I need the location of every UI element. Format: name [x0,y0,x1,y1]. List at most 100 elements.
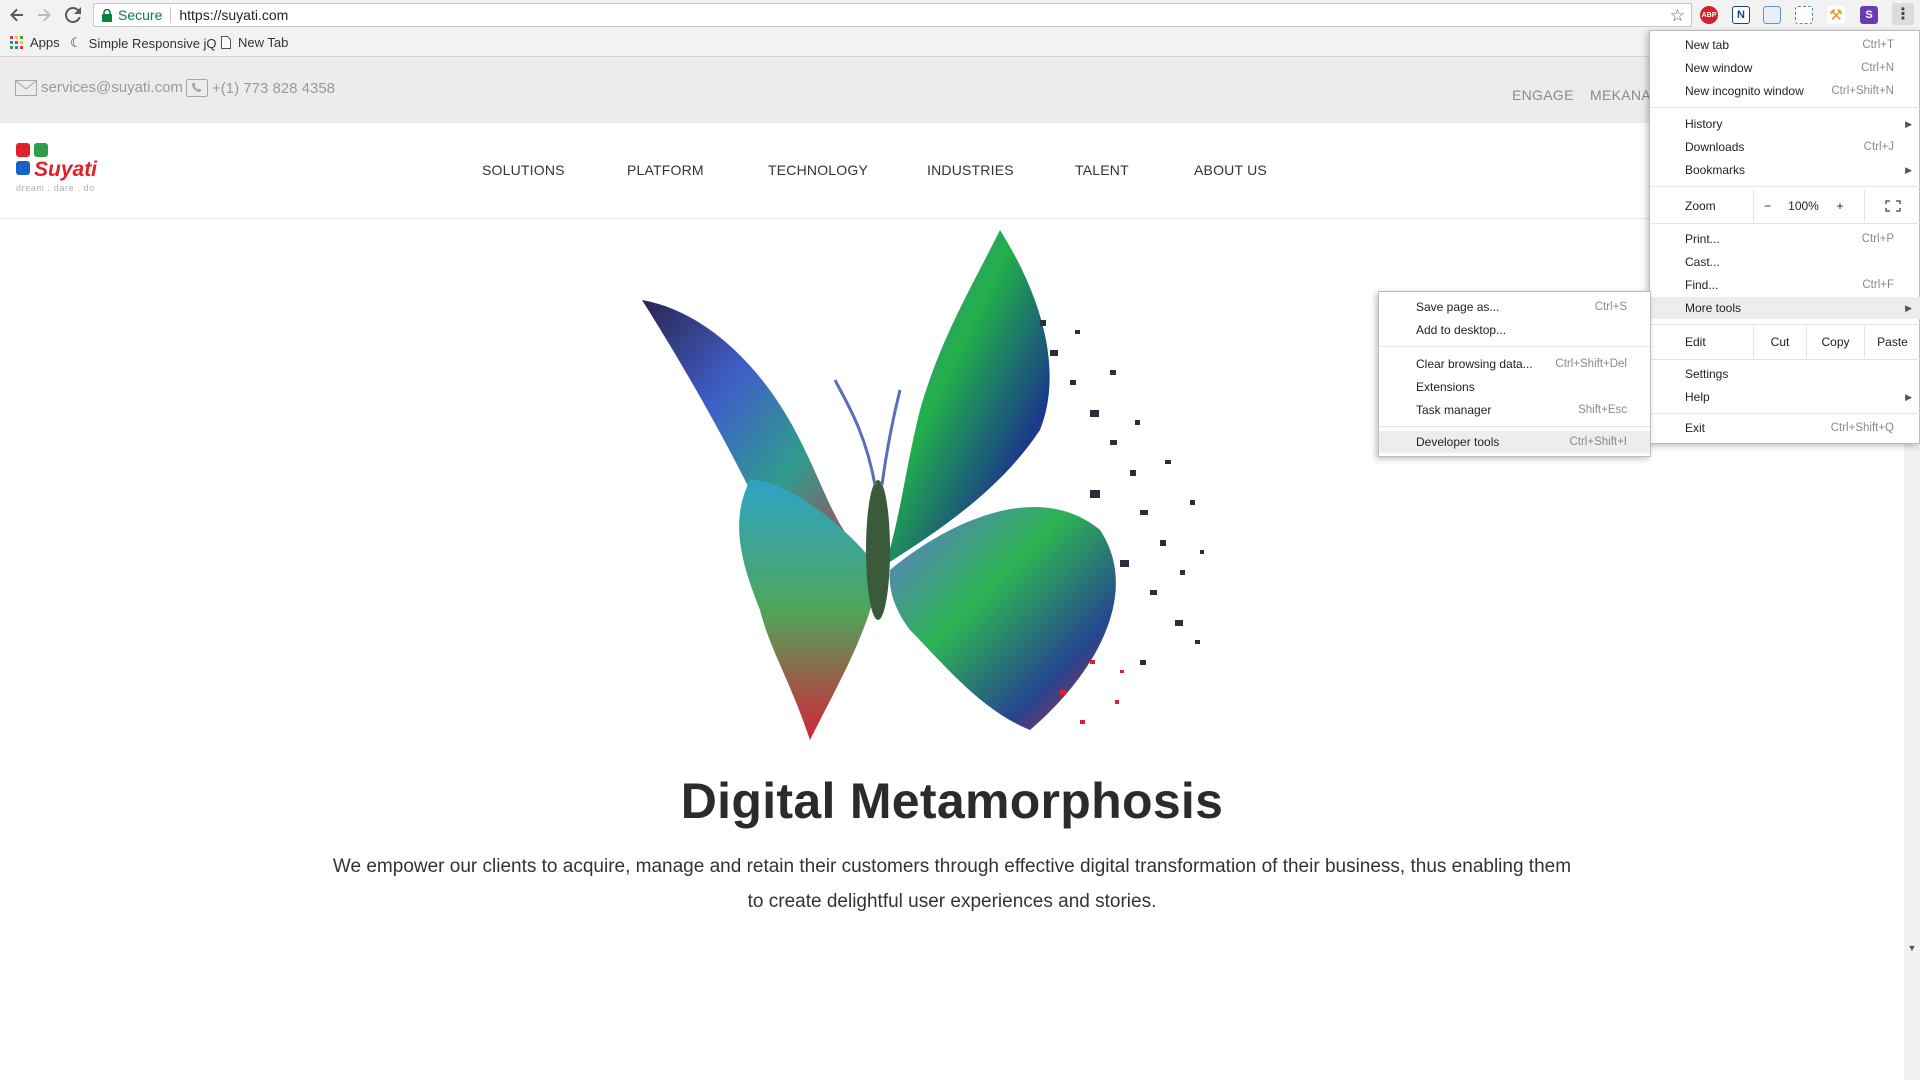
butterfly-body [866,480,890,620]
menu-label: Save page as... [1416,300,1500,314]
menu-cast[interactable]: Cast... [1650,251,1920,273]
menu-label: Print... [1685,232,1720,246]
email-text: services@suyati.com [41,79,183,96]
menu-shortcut: Shift+Esc [1578,404,1627,416]
menu-history[interactable]: History ▶ [1650,113,1920,135]
more-tools-submenu: Save page as... Ctrl+S Add to desktop...… [1378,291,1651,457]
nav-industries[interactable]: INDUSTRIES [927,162,1014,178]
tools-extension-icon[interactable]: ⚒ [1827,6,1845,24]
paste-button[interactable]: Paste [1864,326,1920,358]
suyati-logo[interactable]: Suyati dream . dare . do [16,143,106,198]
bookmark-label: Apps [30,35,60,50]
menu-more-tools[interactable]: More tools ▶ [1650,297,1920,319]
menu-developer-tools[interactable]: Developer tools Ctrl+Shift+I [1379,431,1650,453]
menu-separator [1650,324,1920,325]
url-text[interactable]: https://suyati.com [179,7,288,23]
fullscreen-button[interactable] [1864,190,1920,222]
bookmark-star-icon[interactable]: ☆ [1670,6,1685,26]
logo-tagline: dream . dare . do [16,183,95,193]
cut-button[interactable]: Cut [1753,326,1806,358]
menu-shortcut: Ctrl+S [1594,301,1627,313]
nav-about-us[interactable]: ABOUT US [1194,162,1267,178]
menu-label: New incognito window [1685,84,1804,98]
news-extension-icon[interactable]: N [1732,6,1750,24]
menu-add-to-desktop[interactable]: Add to desktop... [1379,319,1650,341]
logo-wordmark: Suyati [34,158,98,181]
zoom-level: 100% [1788,199,1819,213]
menu-label: Downloads [1685,140,1745,154]
menu-find[interactable]: Find... Ctrl+F [1650,274,1920,296]
copy-button[interactable]: Copy [1806,326,1864,358]
menu-separator [1650,186,1920,187]
menu-help[interactable]: Help ▶ [1650,386,1920,408]
page-icon [221,36,231,49]
email-contact[interactable]: services@suyati.com [15,79,183,96]
zoom-out-button[interactable]: − [1753,190,1781,222]
crescent-icon: ☾ [70,35,82,50]
bookmark-label: New Tab [238,35,289,50]
menu-shortcut: Ctrl+Shift+Q [1830,422,1894,434]
back-arrow-icon [10,8,23,22]
menu-shortcut: Ctrl+T [1862,39,1894,51]
menu-task-manager[interactable]: Task manager Shift+Esc [1379,399,1650,421]
submenu-arrow-icon: ▶ [1905,391,1912,402]
menu-extensions[interactable]: Extensions [1379,376,1650,398]
menu-separator [1379,426,1650,427]
menu-shortcut: Ctrl+P [1861,233,1894,245]
menu-label: Help [1685,390,1710,404]
menu-new-window[interactable]: New window Ctrl+N [1650,57,1920,79]
menu-new-incognito-window[interactable]: New incognito window Ctrl+Shift+N [1650,80,1920,102]
bookmark-simple-responsive[interactable]: ☾ Simple Responsive jQ [70,35,217,51]
print-extension-icon[interactable] [1763,6,1781,24]
hero-title: Digital Metamorphosis [680,773,1224,829]
menu-bookmarks[interactable]: Bookmarks ▶ [1650,159,1920,181]
menu-label: New window [1685,61,1753,75]
engage-link[interactable]: ENGAGE [1512,87,1574,103]
logo-red-square [16,143,30,157]
menu-downloads[interactable]: Downloads Ctrl+J [1650,136,1920,158]
bookmark-label: Simple Responsive jQ [88,35,217,51]
site-header: Suyati dream . dare . do SOLUTIONS PLATF… [0,123,1920,219]
nav-solutions[interactable]: SOLUTIONS [482,162,565,178]
menu-label: Developer tools [1416,435,1500,449]
menu-print[interactable]: Print... Ctrl+P [1650,228,1920,250]
bookmarks-bar: Apps ☾ Simple Responsive jQ New Tab [0,30,1920,57]
phone-text: +(1) 773 828 4358 [212,79,336,97]
menu-edit-row: Edit Cut Copy Paste [1650,326,1920,358]
hero-description: We empower our clients to acquire, manag… [332,856,1572,912]
nav-platform[interactable]: PLATFORM [627,162,704,178]
menu-save-page-as[interactable]: Save page as... Ctrl+S [1379,296,1650,318]
secure-label: Secure [118,7,163,23]
back-button[interactable] [6,4,28,26]
menu-clear-browsing-data[interactable]: Clear browsing data... Ctrl+Shift+Del [1379,353,1650,375]
menu-shortcut: Ctrl+N [1861,62,1894,74]
adblock-extension-icon[interactable]: ABP [1700,6,1718,24]
lock-icon [102,8,112,22]
secure-indicator[interactable]: Secure [94,7,162,23]
menu-settings[interactable]: Settings [1650,363,1920,385]
screenshot-extension-icon[interactable] [1795,6,1813,24]
menu-new-tab[interactable]: New tab Ctrl+T [1650,34,1920,56]
phone-contact[interactable]: +(1) 773 828 4358 [186,79,335,97]
bookmark-new-tab[interactable]: New Tab [221,35,288,50]
chrome-menu-button[interactable]: ⋮ [1892,3,1914,25]
phone-icon [186,79,208,97]
menu-label: History [1685,117,1723,131]
submenu-arrow-icon: ▶ [1905,118,1912,129]
s-extension-icon[interactable]: S [1860,6,1878,24]
menu-separator [1650,413,1920,414]
menu-label: Cast... [1685,255,1720,269]
bookmark-apps[interactable]: Apps [10,35,60,50]
menu-label: New tab [1685,38,1730,52]
forward-button[interactable] [33,4,55,26]
scroll-down-arrow-icon[interactable]: ▼ [1904,940,1920,956]
menu-shortcut: Ctrl+Shift+Del [1555,358,1627,370]
zoom-in-button[interactable]: + [1826,190,1854,222]
mekana-link[interactable]: MEKANA [1590,87,1651,103]
nav-talent[interactable]: TALENT [1075,162,1129,178]
reload-button[interactable] [62,4,84,26]
nav-technology[interactable]: TECHNOLOGY [768,162,868,178]
menu-separator [1650,107,1920,108]
menu-exit[interactable]: Exit Ctrl+Shift+Q [1650,417,1920,439]
address-bar[interactable]: Secure https://suyati.com ☆ [93,3,1692,27]
